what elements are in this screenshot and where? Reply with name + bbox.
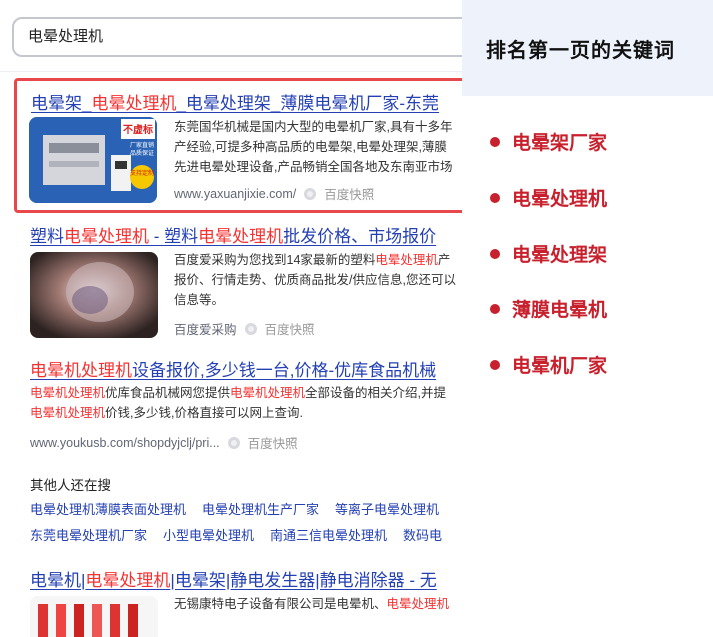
related-searches-row: 东莞电晕处理机厂家 小型电晕处理机 南通三信电晕处理机 数码电	[30, 525, 442, 544]
title-segment: - 塑料	[149, 227, 199, 246]
related-search-link[interactable]: 东莞电晕处理机厂家	[30, 525, 147, 544]
title-segment: 设备报价,多少钱一台,价格-优库食品机械	[132, 361, 437, 380]
description-line: 报价、行情走势、优质商品批发/供应信息,您还可以	[174, 270, 456, 290]
keyword-panel-title: 排名第一页的关键词	[486, 40, 675, 62]
description-line: 无锡康特电子设备有限公司是电晕机、电晕处理机	[174, 594, 449, 614]
related-searches-row: 电晕处理机薄膜表面处理机 电晕处理机生产厂家 等离子电晕处理机	[30, 499, 439, 518]
text-segment: 东莞国华机械是国内大型的电晕机厂家,具有十多年	[174, 120, 453, 134]
related-search-link[interactable]: 南通三信电晕处理机	[270, 525, 387, 544]
text-highlight: 电晕处理机	[375, 253, 438, 267]
search-result: 电晕机处理机设备报价,多少钱一台,价格-优库食品机械 电晕机处理机优库食品机械网…	[30, 356, 462, 456]
product-thumbnail[interactable]	[30, 252, 158, 338]
text-segment: 优库食品机械网您提供	[105, 386, 231, 400]
title-segment: 电晕架_	[31, 94, 92, 113]
keyword-panel: 排名第一页的关键词 电晕架厂家 电晕处理机 电晕处理架 薄膜电晕机 电晕机厂家	[462, 0, 713, 637]
text-highlight: 电晕处理机	[386, 597, 450, 611]
related-search-link[interactable]: 等离子电晕处理机	[335, 499, 439, 518]
search-result-highlighted: 电晕架_电晕处理机_电晕处理架_薄膜电晕机厂家-东莞 不虚标 厂家直销 品质保证…	[14, 78, 462, 213]
title-segment: 塑料	[30, 227, 64, 246]
snapshot-link[interactable]: 百度快照	[324, 184, 374, 203]
text-segment: 产	[437, 253, 451, 267]
result-url[interactable]: www.yaxuanjixie.com/	[174, 187, 296, 201]
related-searches-title: 其他人还在搜	[30, 478, 111, 493]
result-title[interactable]: 电晕机处理机设备报价,多少钱一台,价格-优库食品机械	[30, 356, 436, 381]
result-description: 东莞国华机械是国内大型的电晕机厂家,具有十多年 产经验,可提多种高品质的电晕架,电…	[174, 117, 452, 177]
result-description: 电晕机处理机优库食品机械网您提供电晕机处理机全部设备的相关介绍,并提 电晕机处理机…	[30, 383, 446, 423]
title-highlight: 电晕处理机	[198, 227, 284, 246]
title-segment: |电晕架|静电发生器|静电消除器 - 无	[170, 571, 437, 590]
bullet-icon	[490, 136, 500, 147]
shield-icon	[304, 187, 317, 200]
title-segment: 批发价格、市场报价	[283, 227, 437, 246]
related-search-link[interactable]: 小型电晕处理机	[163, 525, 254, 544]
description-line: 东莞国华机械是国内大型的电晕机厂家,具有十多年	[174, 117, 452, 137]
snapshot-link[interactable]: 百度快照	[265, 319, 315, 338]
text-segment: 全部设备的相关介绍,并提	[305, 386, 447, 400]
text-highlight: 电晕机处理机	[30, 406, 106, 420]
search-results-pane: 电晕处理机 电晕架_电晕处理机_电晕处理架_薄膜电晕机厂家-东莞 不虚标 厂家直…	[0, 0, 462, 637]
text-segment: 价钱,多少钱,价格直接可以网上查询.	[105, 406, 303, 420]
badge-text: 不虚标	[123, 123, 153, 136]
keyword-panel-header: 排名第一页的关键词	[462, 0, 713, 96]
description-line: 电晕机处理机优库食品机械网您提供电晕机处理机全部设备的相关介绍,并提	[30, 383, 446, 403]
bullet-icon	[490, 359, 500, 370]
result-url[interactable]: www.youkusb.com/shopdyjclj/pri...	[30, 436, 220, 450]
keyword-item: 电晕处理架	[490, 240, 607, 267]
search-bar-area: 电晕处理机	[0, 0, 462, 72]
description-line: 信息等。	[174, 290, 456, 310]
title-segment: _电晕处理架_薄膜电晕机厂家-东莞	[176, 94, 440, 113]
snapshot-link[interactable]: 百度快照	[248, 433, 298, 452]
title-highlight: 电晕处理机	[91, 94, 177, 113]
keyword-item: 电晕机厂家	[490, 351, 607, 378]
result-description: 百度爱采购为您找到14家最新的塑料电晕处理机产报价、行情走势、优质商品批发/供应…	[174, 250, 456, 310]
text-segment: 无锡康特电子设备有限公司是电晕机、	[174, 597, 387, 611]
result-source[interactable]: 百度爱采购	[174, 319, 237, 338]
svg-text:支持定制: 支持定制	[130, 169, 154, 177]
description-line: 先进电晕处理设备,产品畅销全国各地及东南亚市场	[174, 157, 452, 177]
description-line: 百度爱采购为您找到14家最新的塑料电晕处理机产	[174, 250, 456, 270]
title-highlight: 电晕处理机	[64, 227, 149, 246]
text-segment: 信息等。	[174, 293, 225, 307]
result-meta: www.yaxuanjixie.com/ 百度快照	[174, 184, 374, 203]
text-segment: 产经验,可提多种高品质的电晕架,电晕处理架,薄膜	[174, 140, 447, 154]
svg-text:厂家直销: 厂家直销	[130, 141, 154, 149]
search-result: 塑料电晕处理机 - 塑料电晕处理机批发价格、市场报价 百度爱采购为您找到14家最…	[30, 220, 462, 340]
text-segment: 报价、行情走势、优质商品批发/供应信息,您还可以	[174, 273, 456, 287]
search-result: 电晕机|电晕处理机|电晕架|静电发生器|静电消除器 - 无 无锡康特电子设备有限…	[30, 564, 462, 637]
keyword-item: 薄膜电晕机	[490, 295, 607, 322]
result-description: 无锡康特电子设备有限公司是电晕机、电晕处理机	[174, 594, 449, 614]
text-segment: 先进电晕处理设备,产品畅销全国各地及东南亚市场	[174, 160, 453, 174]
result-title[interactable]: 电晕架_电晕处理机_电晕处理架_薄膜电晕机厂家-东莞	[31, 89, 439, 114]
result-meta: 百度爱采购 百度快照	[174, 319, 315, 338]
title-segment: 电晕机|	[30, 571, 86, 590]
related-search-link[interactable]: 电晕处理机薄膜表面处理机	[30, 499, 186, 518]
description-line: 电晕机处理机价钱,多少钱,价格直接可以网上查询.	[30, 403, 446, 423]
shield-icon	[244, 322, 257, 335]
text-highlight: 电晕机处理机	[230, 386, 306, 400]
text-highlight: 电晕机处理机	[30, 386, 106, 400]
title-highlight: 电晕机处理机	[30, 361, 132, 380]
search-input[interactable]: 电晕处理机	[12, 17, 462, 57]
shield-icon	[227, 436, 240, 449]
result-title[interactable]: 电晕机|电晕处理机|电晕架|静电发生器|静电消除器 - 无	[30, 566, 437, 591]
keyword-item: 电晕处理机	[490, 184, 607, 211]
bullet-icon	[490, 303, 500, 314]
bullet-icon	[490, 192, 500, 203]
result-title[interactable]: 塑料电晕处理机 - 塑料电晕处理机批发价格、市场报价	[30, 222, 436, 247]
title-highlight: 电晕处理机	[85, 571, 171, 590]
related-search-link[interactable]: 数码电	[403, 525, 442, 544]
product-thumbnail[interactable]: 不虚标 厂家直销 品质保证 支持定制	[29, 117, 157, 203]
description-line: 产经验,可提多种高品质的电晕架,电晕处理架,薄膜	[174, 137, 452, 157]
result-meta: www.youkusb.com/shopdyjclj/pri... 百度快照	[30, 433, 298, 452]
bullet-icon	[490, 248, 500, 259]
related-search-link[interactable]: 电晕处理机生产厂家	[202, 499, 319, 518]
keyword-item: 电晕架厂家	[490, 128, 607, 155]
text-segment: 百度爱采购为您找到14家最新的塑料	[174, 253, 376, 267]
product-thumbnail[interactable]	[30, 596, 158, 637]
svg-text:品质保证: 品质保证	[130, 149, 154, 157]
